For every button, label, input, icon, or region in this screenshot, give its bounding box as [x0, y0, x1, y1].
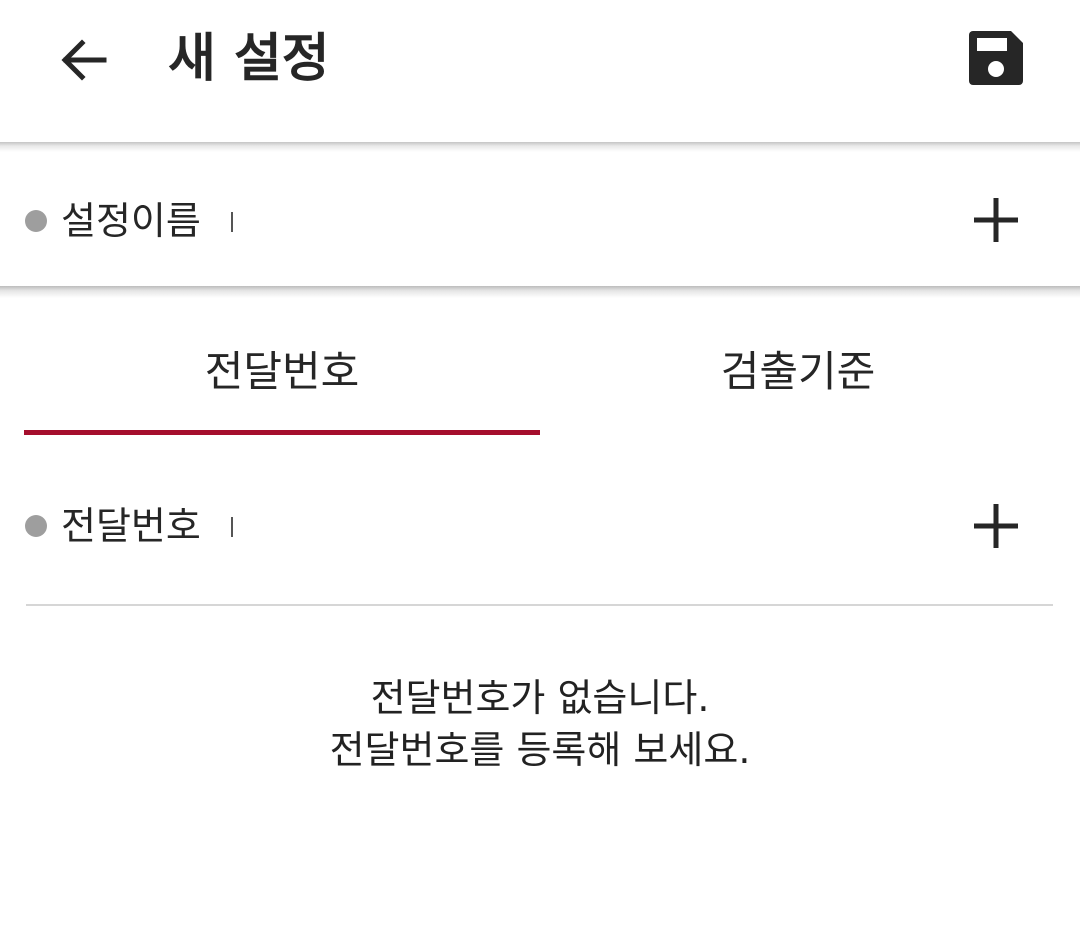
back-button[interactable] [52, 28, 116, 92]
floppy-disk-icon [969, 31, 1023, 85]
bullet-dot [25, 515, 47, 537]
plus-icon [974, 504, 1018, 548]
save-button[interactable] [962, 24, 1030, 92]
text-cursor [231, 212, 233, 232]
app-header: 새 설정 [0, 0, 1080, 142]
forward-number-label: 전달번호 [61, 504, 201, 548]
setting-name-label: 설정이름 [61, 199, 201, 243]
setting-name-row[interactable]: 설정이름 [0, 152, 1080, 288]
header-shadow [0, 142, 1080, 152]
plus-icon [974, 198, 1018, 242]
active-tab-indicator [24, 430, 540, 435]
empty-state-line-2: 전달번호를 등록해 보세요. [329, 728, 751, 772]
page-title: 새 설정 [168, 29, 330, 89]
tab-forward-number[interactable]: 전달번호 [24, 340, 540, 404]
add-forward-number-button[interactable] [964, 494, 1028, 558]
bullet-dot [25, 210, 47, 232]
row-shadow [0, 286, 1080, 298]
empty-state-line-1: 전달번호가 없습니다. [370, 676, 710, 720]
add-setting-name-button[interactable] [964, 188, 1028, 252]
section-divider [26, 604, 1053, 606]
empty-state-message: 전달번호가 없습니다. 전달번호를 등록해 보세요. [0, 672, 1080, 776]
tab-detection-criteria[interactable]: 검출기준 [540, 340, 1056, 404]
arrow-left-icon [61, 39, 107, 81]
text-cursor [231, 517, 233, 537]
